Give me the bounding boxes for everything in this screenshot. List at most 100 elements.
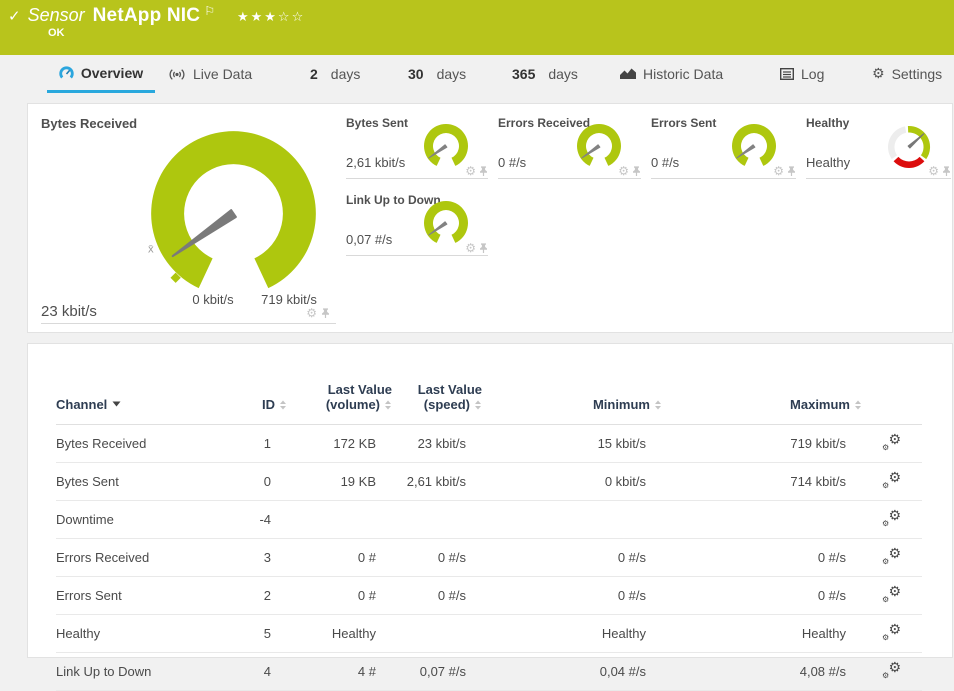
- channel-settings-icon[interactable]: ⚙⚙: [883, 586, 901, 602]
- tab-label: days: [331, 66, 361, 82]
- tab-log[interactable]: Log: [780, 55, 824, 93]
- table-row: Bytes Sent 0 19 KB 2,61 kbit/s 0 kbit/s …: [56, 463, 922, 501]
- gauge-cell-errors-received: Errors Received 0 #/s ⚙: [498, 111, 641, 179]
- table-row: Link Up to Down 4 4 # 0,07 #/s 0,04 #/s …: [56, 653, 922, 691]
- tab-label: Live Data: [193, 66, 252, 82]
- tab-label: Overview: [81, 65, 143, 81]
- column-header-minimum[interactable]: Minimum: [482, 356, 662, 425]
- gear-icon: ⚙: [872, 66, 885, 82]
- gauge-current-value: 23 kbit/s: [41, 303, 97, 320]
- channel-settings-icon[interactable]: ⚙⚙: [883, 624, 901, 640]
- log-list-icon: [780, 68, 794, 80]
- channel-name: Downtime: [56, 501, 216, 539]
- sort-icon: [474, 400, 482, 410]
- gauge-current-value: 2,61 kbit/s: [346, 155, 405, 170]
- channel-settings-gear-icon[interactable]: ⚙: [928, 165, 939, 177]
- sort-icon: [279, 400, 287, 410]
- gauge-current-value: Healthy: [806, 155, 850, 170]
- channel-name: Bytes Sent: [56, 463, 216, 501]
- channel-settings-icon[interactable]: ⚙⚙: [883, 472, 901, 488]
- channel-settings-gear-icon[interactable]: ⚙: [306, 307, 317, 319]
- channel-settings-gear-icon[interactable]: ⚙: [465, 165, 476, 177]
- channel-settings-icon[interactable]: ⚙⚙: [883, 510, 901, 526]
- channel-settings-icon[interactable]: ⚙⚙: [883, 548, 901, 564]
- tab-label: Historic Data: [643, 66, 723, 82]
- average-marker: x̄: [148, 244, 154, 256]
- pin-icon[interactable]: [942, 166, 951, 177]
- channel-name: Errors Sent: [56, 577, 216, 615]
- column-header-last-value-volume[interactable]: Last Value (volume): [287, 356, 392, 425]
- table-row: Bytes Received 1 172 KB 23 kbit/s 15 kbi…: [56, 425, 922, 463]
- tab-number: 2: [310, 66, 318, 82]
- tab-label: days: [437, 66, 467, 82]
- table-row: Errors Sent 2 0 # 0 #/s 0 #/s 0 #/s ⚙⚙: [56, 577, 922, 615]
- column-header-channel[interactable]: Channel: [56, 356, 216, 425]
- sensor-status-badge: OK: [48, 27, 65, 39]
- small-gauges-grid: Bytes Sent 2,61 kbit/s ⚙ Errors Received…: [346, 111, 954, 256]
- divider: [41, 323, 336, 324]
- errors-received-gauge: [571, 120, 627, 170]
- gauge-max-label: 719 kbit/s: [256, 292, 322, 307]
- tab-bar: Overview Live Data 2 days 30 days 365 da…: [0, 55, 954, 97]
- flag-icon[interactable]: ⚐: [204, 4, 215, 18]
- tab-overview[interactable]: Overview: [47, 55, 155, 93]
- gauge-cell-errors-sent: Errors Sent 0 #/s ⚙: [651, 111, 796, 179]
- pin-icon[interactable]: [787, 166, 796, 177]
- tab-historic-data[interactable]: Historic Data: [620, 55, 723, 93]
- column-header-id[interactable]: ID: [216, 356, 287, 425]
- tab-label: days: [548, 66, 578, 82]
- gauge-title: Healthy: [806, 116, 849, 130]
- column-header-actions: [862, 356, 922, 425]
- object-type-label: Sensor: [28, 5, 85, 26]
- tab-live-data[interactable]: Live Data: [168, 55, 252, 93]
- gauge-current-value: 0 #/s: [651, 155, 679, 170]
- pin-icon[interactable]: [321, 308, 330, 319]
- status-check-icon: ✓: [8, 7, 21, 25]
- column-header-last-value-speed[interactable]: Last Value (speed): [392, 356, 482, 425]
- channel-settings-icon[interactable]: ⚙⚙: [883, 662, 901, 678]
- pin-icon[interactable]: [632, 166, 641, 177]
- tab-number: 30: [408, 66, 424, 82]
- sensor-title: NetApp NIC: [93, 5, 201, 27]
- channel-name: Bytes Received: [56, 425, 216, 463]
- table-row: Healthy 5 Healthy Healthy Healthy ⚙⚙: [56, 615, 922, 653]
- gauge-current-value: 0,07 #/s: [346, 232, 392, 247]
- sensor-header: ✓ Sensor NetApp NIC ⚐ ★★★☆☆ OK: [0, 0, 954, 55]
- bytes-received-gauge: x̄: [146, 126, 321, 298]
- channel-settings-gear-icon[interactable]: ⚙: [618, 165, 629, 177]
- gauge-current-value: 0 #/s: [498, 155, 526, 170]
- gauge-min-label: 0 kbit/s: [182, 292, 244, 307]
- column-header-maximum[interactable]: Maximum: [662, 356, 862, 425]
- channel-settings-gear-icon[interactable]: ⚙: [773, 165, 784, 177]
- gauge-title: Bytes Sent: [346, 116, 408, 130]
- gauge-icon: [59, 66, 74, 80]
- link-up-to-down-gauge: [418, 197, 474, 247]
- channel-settings-icon[interactable]: ⚙⚙: [883, 434, 901, 450]
- main-gauge-bytes-received: Bytes Received x̄ 0 kbit/s 719 kbit/s 23…: [28, 104, 336, 332]
- errors-sent-gauge: [726, 120, 782, 170]
- channel-name: Healthy: [56, 615, 216, 653]
- channel-settings-gear-icon[interactable]: ⚙: [465, 242, 476, 254]
- channel-name: Errors Received: [56, 539, 216, 577]
- sort-icon: [384, 400, 392, 410]
- bytes-sent-gauge: [418, 120, 474, 170]
- sort-icon: [854, 400, 862, 410]
- pin-icon[interactable]: [479, 243, 488, 254]
- tab-30-days[interactable]: 30 days: [408, 55, 466, 93]
- area-chart-icon: [620, 68, 636, 80]
- channels-table-panel: Channel ID Last Value (volume) Last Valu…: [27, 343, 953, 658]
- table-row: Errors Received 3 0 # 0 #/s 0 #/s 0 #/s …: [56, 539, 922, 577]
- tab-settings[interactable]: ⚙ Settings: [872, 55, 942, 93]
- tab-365-days[interactable]: 365 days: [512, 55, 578, 93]
- priority-stars[interactable]: ★★★☆☆: [237, 10, 305, 25]
- live-signal-icon: [168, 68, 186, 81]
- tab-label: Log: [801, 66, 824, 82]
- gauge-title: Bytes Received: [41, 116, 137, 131]
- tab-2-days[interactable]: 2 days: [310, 55, 360, 93]
- pin-icon[interactable]: [479, 166, 488, 177]
- sort-icon: [654, 400, 662, 410]
- gauge-cell-bytes-sent: Bytes Sent 2,61 kbit/s ⚙: [346, 111, 488, 179]
- channel-name: Link Up to Down: [56, 653, 216, 691]
- tab-number: 365: [512, 66, 535, 82]
- table-row: Downtime -4 ⚙⚙: [56, 501, 922, 539]
